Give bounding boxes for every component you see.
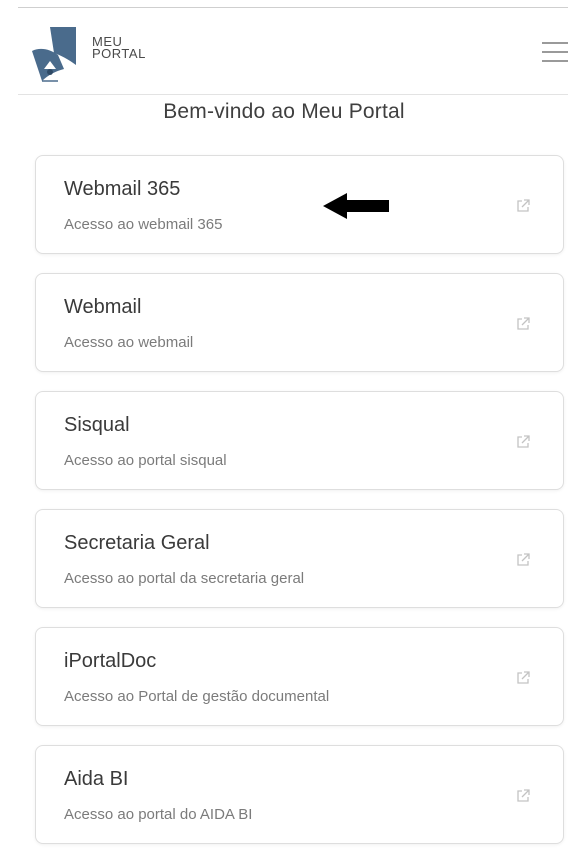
portal-logo-icon[interactable] xyxy=(30,25,82,83)
card-webmail-365[interactable]: Webmail 365 Acesso ao webmail 365 xyxy=(35,155,564,254)
card-webmail[interactable]: Webmail Acesso ao webmail xyxy=(35,273,564,372)
external-link-icon[interactable] xyxy=(515,552,531,568)
external-link-icon[interactable] xyxy=(515,316,531,332)
welcome-heading: Bem-vindo ao Meu Portal xyxy=(163,100,405,123)
card-iportaldoc[interactable]: iPortalDoc Acesso ao Portal de gestão do… xyxy=(35,627,564,726)
external-link-icon[interactable] xyxy=(515,670,531,686)
arrow-left-icon xyxy=(323,193,389,219)
card-title: Webmail 365 xyxy=(64,178,181,200)
external-link-icon[interactable] xyxy=(515,434,531,450)
card-description: Acesso ao Portal de gestão documental xyxy=(64,688,330,705)
brand-line-2: PORTAL xyxy=(92,46,146,61)
card-title: Sisqual xyxy=(64,414,130,436)
card-description: Acesso ao portal do AIDA BI xyxy=(64,806,253,823)
card-description: Acesso ao portal da secretaria geral xyxy=(64,570,305,587)
card-description: Acesso ao portal sisqual xyxy=(64,452,227,469)
card-description: Acesso ao webmail xyxy=(64,334,194,351)
card-title: Secretaria Geral xyxy=(64,532,210,554)
card-sisqual[interactable]: Sisqual Acesso ao portal sisqual xyxy=(35,391,564,490)
card-secretaria-geral[interactable]: Secretaria Geral Acesso ao portal da sec… xyxy=(35,509,564,608)
brand-name: MEU PORTAL xyxy=(92,35,146,61)
portal-links-list: Webmail 365 Acesso ao webmail 365 Webmai… xyxy=(35,155,564,863)
card-title: Aida BI xyxy=(64,768,129,790)
card-title: iPortalDoc xyxy=(64,650,157,672)
card-title: Webmail xyxy=(64,296,142,318)
card-aida-bi[interactable]: Aida BI Acesso ao portal do AIDA BI xyxy=(35,745,564,844)
external-link-icon[interactable] xyxy=(515,198,531,214)
app-header: MEU PORTAL xyxy=(18,8,568,95)
external-link-icon[interactable] xyxy=(515,788,531,804)
card-description: Acesso ao webmail 365 xyxy=(64,216,223,233)
hamburger-menu-icon[interactable] xyxy=(542,42,568,66)
